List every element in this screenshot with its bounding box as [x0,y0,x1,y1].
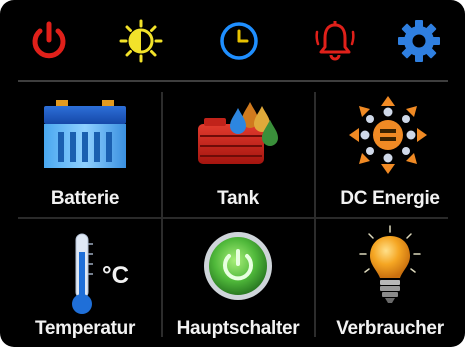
thermometer-icon [72,233,93,314]
tile-battery[interactable]: Batterie [12,84,158,214]
tile-tank[interactable]: Tank [164,84,312,214]
tile-tank-label: Tank [217,188,259,209]
dc-energy-icon [349,96,427,174]
tile-main-switch[interactable]: Hauptschalter [164,220,312,344]
tile-dc-energy[interactable]: DC Energie [317,84,463,214]
clock-icon[interactable] [216,18,262,64]
alarm-bell-icon[interactable] [312,18,358,64]
light-bulb-icon [359,225,421,303]
touch-screen: Batterie Tank DC Energie °C Temperatur H… [0,0,465,347]
tile-consumers[interactable]: Verbraucher [317,220,463,344]
main-switch-icon [204,232,272,300]
tile-temperature-label: Temperatur [34,318,136,339]
tile-dc-energy-label: DC Energie [340,188,440,209]
settings-gear-icon[interactable] [396,18,442,64]
row-divider [18,217,448,219]
top-divider [18,80,448,82]
power-icon[interactable] [26,18,72,64]
tank-icon [198,102,278,164]
tile-consumers-label: Verbraucher [336,318,444,339]
brightness-icon[interactable] [118,18,164,64]
column-divider-right [314,92,316,337]
tile-battery-label: Batterie [50,188,120,209]
temperature-unit: °C [102,262,129,289]
tile-temperature[interactable]: °C Temperatur [12,220,158,344]
battery-icon [44,100,126,168]
column-divider-left [161,92,163,337]
tile-main-switch-label: Hauptschalter [176,318,300,339]
top-icon-bar [0,0,465,80]
